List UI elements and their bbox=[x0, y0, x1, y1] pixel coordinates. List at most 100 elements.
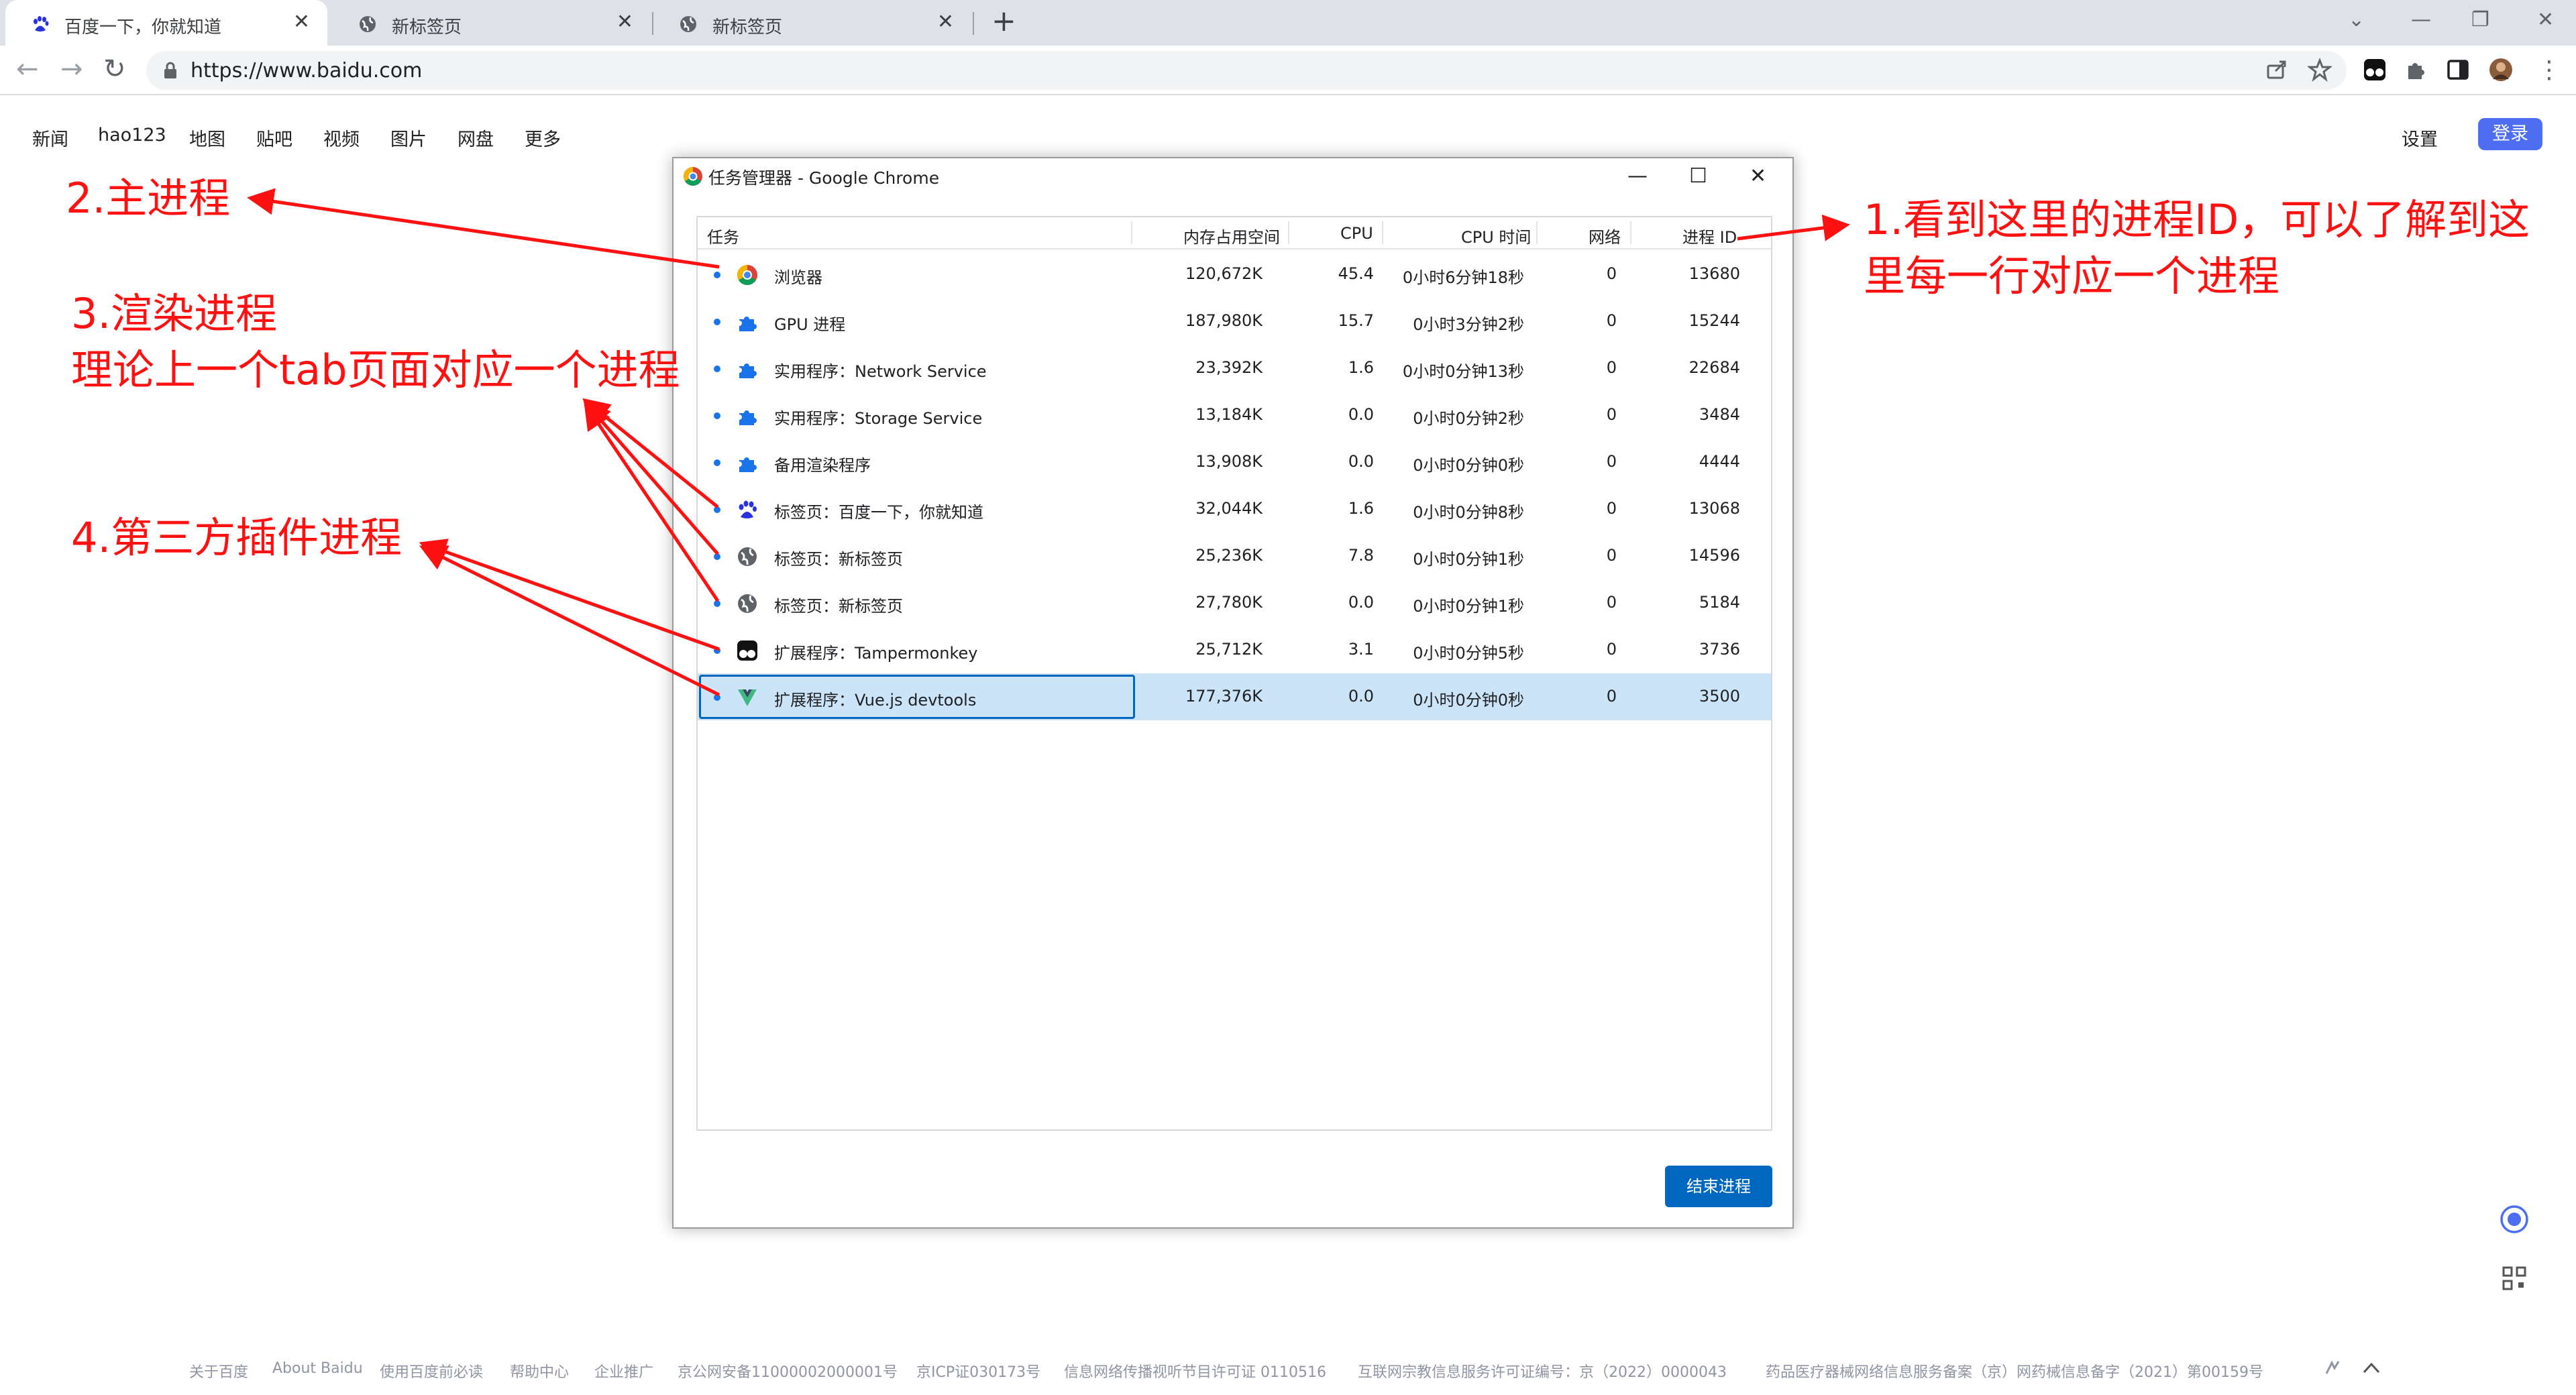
process-row[interactable]: 实用程序：Network Service 23,392K 1.6 0小时0分钟13秒 0… bbox=[698, 345, 1771, 392]
nav-more[interactable]: 更多 bbox=[525, 125, 561, 151]
footer-icp[interactable]: 京ICP证030173号 bbox=[916, 1360, 1040, 1382]
new-tab-plus-icon[interactable]: + bbox=[991, 7, 1016, 36]
nav-hao123[interactable]: hao123 bbox=[98, 125, 166, 146]
back-arrow-icon[interactable]: ← bbox=[16, 54, 39, 85]
footer-about[interactable]: 关于百度 bbox=[189, 1360, 248, 1382]
tab-search-chevron-icon[interactable]: ⌄ bbox=[2348, 8, 2365, 32]
memory-cell: 27,780K bbox=[1195, 593, 1263, 612]
close-tab-icon[interactable]: ✕ bbox=[616, 12, 633, 32]
annotation-renderer-line1: 3.渲染进程 bbox=[71, 289, 278, 338]
column-header-cpu[interactable]: CPU bbox=[1340, 224, 1373, 243]
network-cell: 0 bbox=[1606, 593, 1617, 612]
memory-cell: 120,672K bbox=[1185, 264, 1263, 283]
qr-code-icon[interactable] bbox=[2500, 1264, 2529, 1293]
header-divider bbox=[698, 248, 1771, 249]
tab-title: 新标签页 bbox=[712, 17, 783, 38]
globe-icon bbox=[738, 594, 757, 613]
globe-icon bbox=[360, 16, 376, 32]
puzzle-icon bbox=[739, 317, 757, 331]
tab-new-1[interactable]: 新标签页 ✕ bbox=[333, 0, 651, 46]
column-header-network[interactable]: 网络 bbox=[1589, 224, 1621, 247]
maximize-icon[interactable]: ☐ bbox=[1689, 165, 1707, 188]
close-dialog-icon[interactable]: ✕ bbox=[1750, 165, 1766, 188]
row-bullet bbox=[714, 600, 720, 607]
end-process-button[interactable]: 结束进程 bbox=[1665, 1166, 1772, 1207]
annotation-renderer-line2: 理论上一个tab页面对应一个进程 bbox=[71, 345, 680, 394]
accessibility-icon[interactable] bbox=[2322, 1357, 2343, 1378]
close-tab-icon[interactable]: ✕ bbox=[293, 12, 310, 32]
nav-map[interactable]: 地图 bbox=[189, 125, 225, 151]
nav-news[interactable]: 新闻 bbox=[32, 125, 68, 151]
column-header-cpu-time[interactable]: CPU 时间 bbox=[1461, 224, 1531, 247]
memory-cell: 32,044K bbox=[1195, 499, 1263, 518]
settings-link[interactable]: 设置 bbox=[2402, 125, 2438, 151]
process-row[interactable]: 扩展程序：Tampermonkey 25,712K 3.1 0小时0分钟5秒 0 3736 bbox=[698, 626, 1771, 673]
reload-icon[interactable]: ↻ bbox=[103, 54, 126, 85]
tampermonkey-icon[interactable] bbox=[2363, 58, 2387, 82]
cpu-cell: 1.6 bbox=[1348, 358, 1374, 377]
url-text[interactable]: https://www.baidu.com bbox=[191, 59, 422, 82]
footer-medical-record[interactable]: 药品医疗器械网络信息服务备案（京）网药械信息备字（2021）第00159号 bbox=[1766, 1360, 2263, 1382]
task-name: 标签页：新标签页 bbox=[774, 550, 903, 569]
task-manager-dialog: 任务管理器 - Google Chrome — ☐ ✕ 任务 内存占用空间 CP… bbox=[672, 157, 1794, 1229]
column-header-memory[interactable]: 内存占用空间 bbox=[1183, 224, 1280, 247]
annotation-main-process: 2.主进程 bbox=[66, 174, 231, 223]
tab-new-2[interactable]: 新标签页 ✕ bbox=[653, 0, 971, 46]
cpu-cell: 7.8 bbox=[1348, 546, 1374, 565]
process-row[interactable]: 标签页：百度一下，你就知道 32,044K 1.6 0小时0分钟8秒 0 13068 bbox=[698, 486, 1771, 533]
minimize-icon[interactable]: — bbox=[1627, 165, 1648, 188]
close-tab-icon[interactable]: ✕ bbox=[937, 12, 954, 32]
menu-kebab-icon[interactable]: ⋮ bbox=[2537, 55, 2561, 86]
footer-about-en[interactable]: About Baidu bbox=[272, 1360, 363, 1377]
cpu-time-cell: 0小时0分钟0秒 bbox=[1413, 691, 1524, 710]
footer-religion-license[interactable]: 互联网宗教信息服务许可证编号：京（2022）0000043 bbox=[1358, 1360, 1727, 1382]
nav-netdisk[interactable]: 网盘 bbox=[458, 125, 494, 151]
extensions-puzzle-icon[interactable] bbox=[2404, 58, 2428, 82]
nav-tieba[interactable]: 贴吧 bbox=[256, 125, 292, 151]
cpu-cell: 0.0 bbox=[1348, 452, 1374, 471]
column-header-pid[interactable]: 进程 ID bbox=[1682, 224, 1737, 247]
footer-ads[interactable]: 企业推广 bbox=[594, 1360, 653, 1382]
minimize-icon[interactable]: — bbox=[2411, 8, 2431, 32]
side-panel-icon[interactable] bbox=[2446, 58, 2470, 82]
chevron-up-icon[interactable] bbox=[2361, 1359, 2381, 1376]
network-cell: 0 bbox=[1606, 452, 1617, 471]
cpu-cell: 15.7 bbox=[1338, 311, 1374, 330]
annotation-extension-process: 4.第三方插件进程 bbox=[71, 513, 402, 562]
network-cell: 0 bbox=[1606, 546, 1617, 565]
nav-video[interactable]: 视频 bbox=[323, 125, 360, 151]
footer-terms[interactable]: 使用百度前必读 bbox=[380, 1360, 483, 1382]
share-icon[interactable] bbox=[2265, 58, 2289, 82]
feedback-smile-icon[interactable] bbox=[2500, 1205, 2529, 1234]
row-bullet bbox=[714, 694, 720, 701]
network-cell: 0 bbox=[1606, 405, 1617, 424]
task-name: 实用程序：Storage Service bbox=[774, 409, 983, 428]
process-row[interactable]: 备用渲染程序 13,908K 0.0 0小时0分钟0秒 0 4444 bbox=[698, 439, 1771, 486]
tab-strip: 百度一下，你就知道 ✕ 新标签页 ✕ 新标签页 ✕ + ⌄ — ❐ ✕ bbox=[0, 0, 2576, 46]
close-window-icon[interactable]: ✕ bbox=[2537, 8, 2554, 32]
footer-av-license[interactable]: 信息网络传播视听节目许可证 0110516 bbox=[1064, 1360, 1326, 1382]
nav-images[interactable]: 图片 bbox=[390, 125, 427, 151]
footer-help[interactable]: 帮助中心 bbox=[510, 1360, 569, 1382]
process-row[interactable]: GPU 进程 187,980K 15.7 0小时3分钟2秒 0 15244 bbox=[698, 298, 1771, 345]
dialog-titlebar[interactable]: 任务管理器 - Google Chrome — ☐ ✕ bbox=[674, 158, 1792, 196]
memory-cell: 25,712K bbox=[1195, 640, 1263, 659]
restore-icon[interactable]: ❐ bbox=[2471, 8, 2489, 32]
process-row[interactable]: 浏览器 120,672K 45.4 0小时6分钟18秒 0 13680 bbox=[698, 251, 1771, 298]
forward-arrow-icon[interactable]: → bbox=[60, 54, 83, 85]
process-row[interactable]: 扩展程序：Vue.js devtools 177,376K 0.0 0小时0分钟0秒 0… bbox=[698, 673, 1771, 720]
pid-cell: 15244 bbox=[1688, 311, 1740, 330]
address-bar[interactable]: https://www.baidu.com bbox=[146, 51, 2347, 90]
process-row[interactable]: 标签页：新标签页 27,780K 0.0 0小时0分钟1秒 0 5184 bbox=[698, 579, 1771, 626]
footer-police-record[interactable]: 京公网安备11000002000001号 bbox=[678, 1360, 898, 1382]
profile-avatar[interactable] bbox=[2489, 58, 2513, 82]
tab-baidu[interactable]: 百度一下，你就知道 ✕ bbox=[5, 0, 327, 46]
process-row[interactable]: 标签页：新标签页 25,236K 7.8 0小时0分钟1秒 0 14596 bbox=[698, 533, 1771, 579]
login-button[interactable]: 登录 bbox=[2478, 118, 2542, 150]
bookmark-star-icon[interactable] bbox=[2308, 58, 2332, 82]
column-header-task[interactable]: 任务 bbox=[707, 224, 739, 247]
cpu-cell: 45.4 bbox=[1338, 264, 1374, 283]
lock-icon[interactable] bbox=[161, 60, 180, 80]
row-bullet bbox=[714, 647, 720, 654]
process-row[interactable]: 实用程序：Storage Service 13,184K 0.0 0小时0分钟2秒 0 3… bbox=[698, 392, 1771, 439]
